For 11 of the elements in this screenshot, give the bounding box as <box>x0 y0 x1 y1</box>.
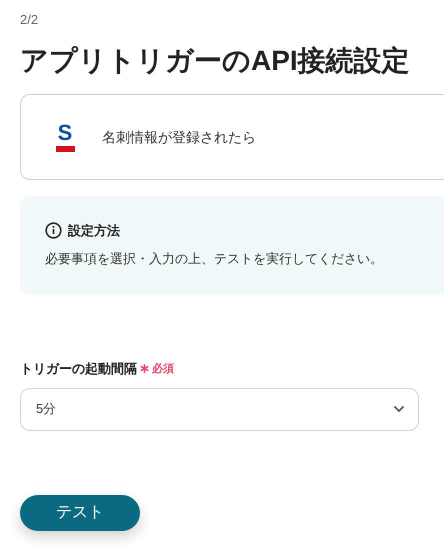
info-text: 必要事項を選択・入力の上、テストを実行してください。 <box>45 250 384 268</box>
test-button[interactable]: テスト <box>20 494 140 530</box>
page-title: アプリトリガーのAPI接続設定 <box>20 44 411 78</box>
trigger-label: 名刺情報が登録されたら <box>102 128 256 146</box>
step-indicator: 2/2 <box>20 11 40 29</box>
interval-select[interactable]: 5分 <box>20 388 419 430</box>
info-icon <box>45 222 62 240</box>
field-label: トリガーの起動間隔 <box>20 360 137 378</box>
required-label: 必須 <box>152 362 174 376</box>
info-title: 設定方法 <box>68 222 120 240</box>
chevron-down-icon <box>393 405 405 413</box>
